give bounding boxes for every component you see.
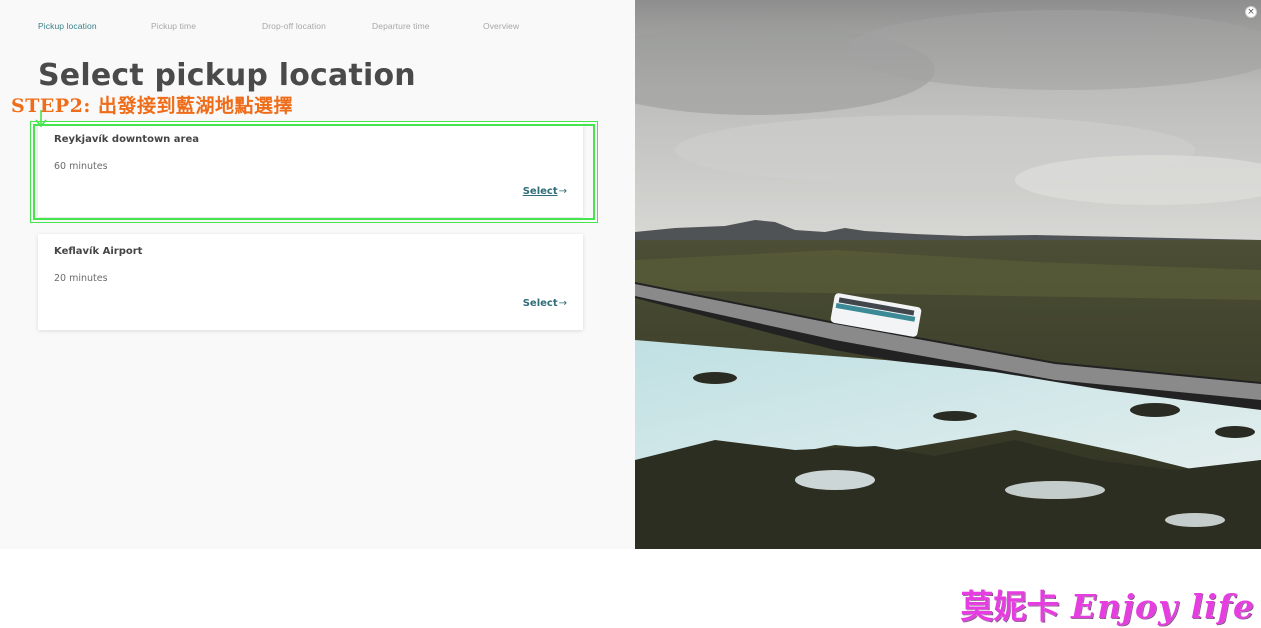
page-title: Select pickup location: [38, 58, 416, 93]
watermark: 莫妮卡 Enjoy life: [960, 580, 1255, 628]
arrow-right-icon: →: [558, 298, 567, 309]
location-duration: 20 minutes: [54, 273, 108, 284]
annotation-arrow-icon: [35, 110, 47, 128]
location-card-keflavik[interactable]: Keflavík Airport 20 minutes Select→: [38, 234, 583, 330]
hero-photo: [635, 0, 1261, 549]
step-overview[interactable]: Overview: [483, 21, 519, 31]
step-departure-time[interactable]: Departure time: [372, 21, 430, 31]
location-name: Keflavík Airport: [54, 246, 143, 257]
watermark-latin: Enjoy life: [1070, 587, 1255, 626]
step-dropoff-location[interactable]: Drop-off location: [262, 21, 326, 31]
close-icon[interactable]: ×: [1245, 6, 1257, 18]
watermark-cjk: 莫妮卡: [960, 587, 1060, 626]
annotation-label: STEP2: 出發接到藍湖地點選擇: [11, 95, 293, 117]
booking-panel: Pickup location Pickup time Drop-off loc…: [0, 0, 635, 549]
landscape-image: [635, 0, 1261, 549]
select-button[interactable]: Select→: [523, 298, 567, 309]
step-pickup-location[interactable]: Pickup location: [38, 21, 97, 31]
select-label: Select: [522, 298, 558, 309]
step-pickup-time[interactable]: Pickup time: [151, 21, 196, 31]
highlight-frame: [30, 121, 598, 223]
